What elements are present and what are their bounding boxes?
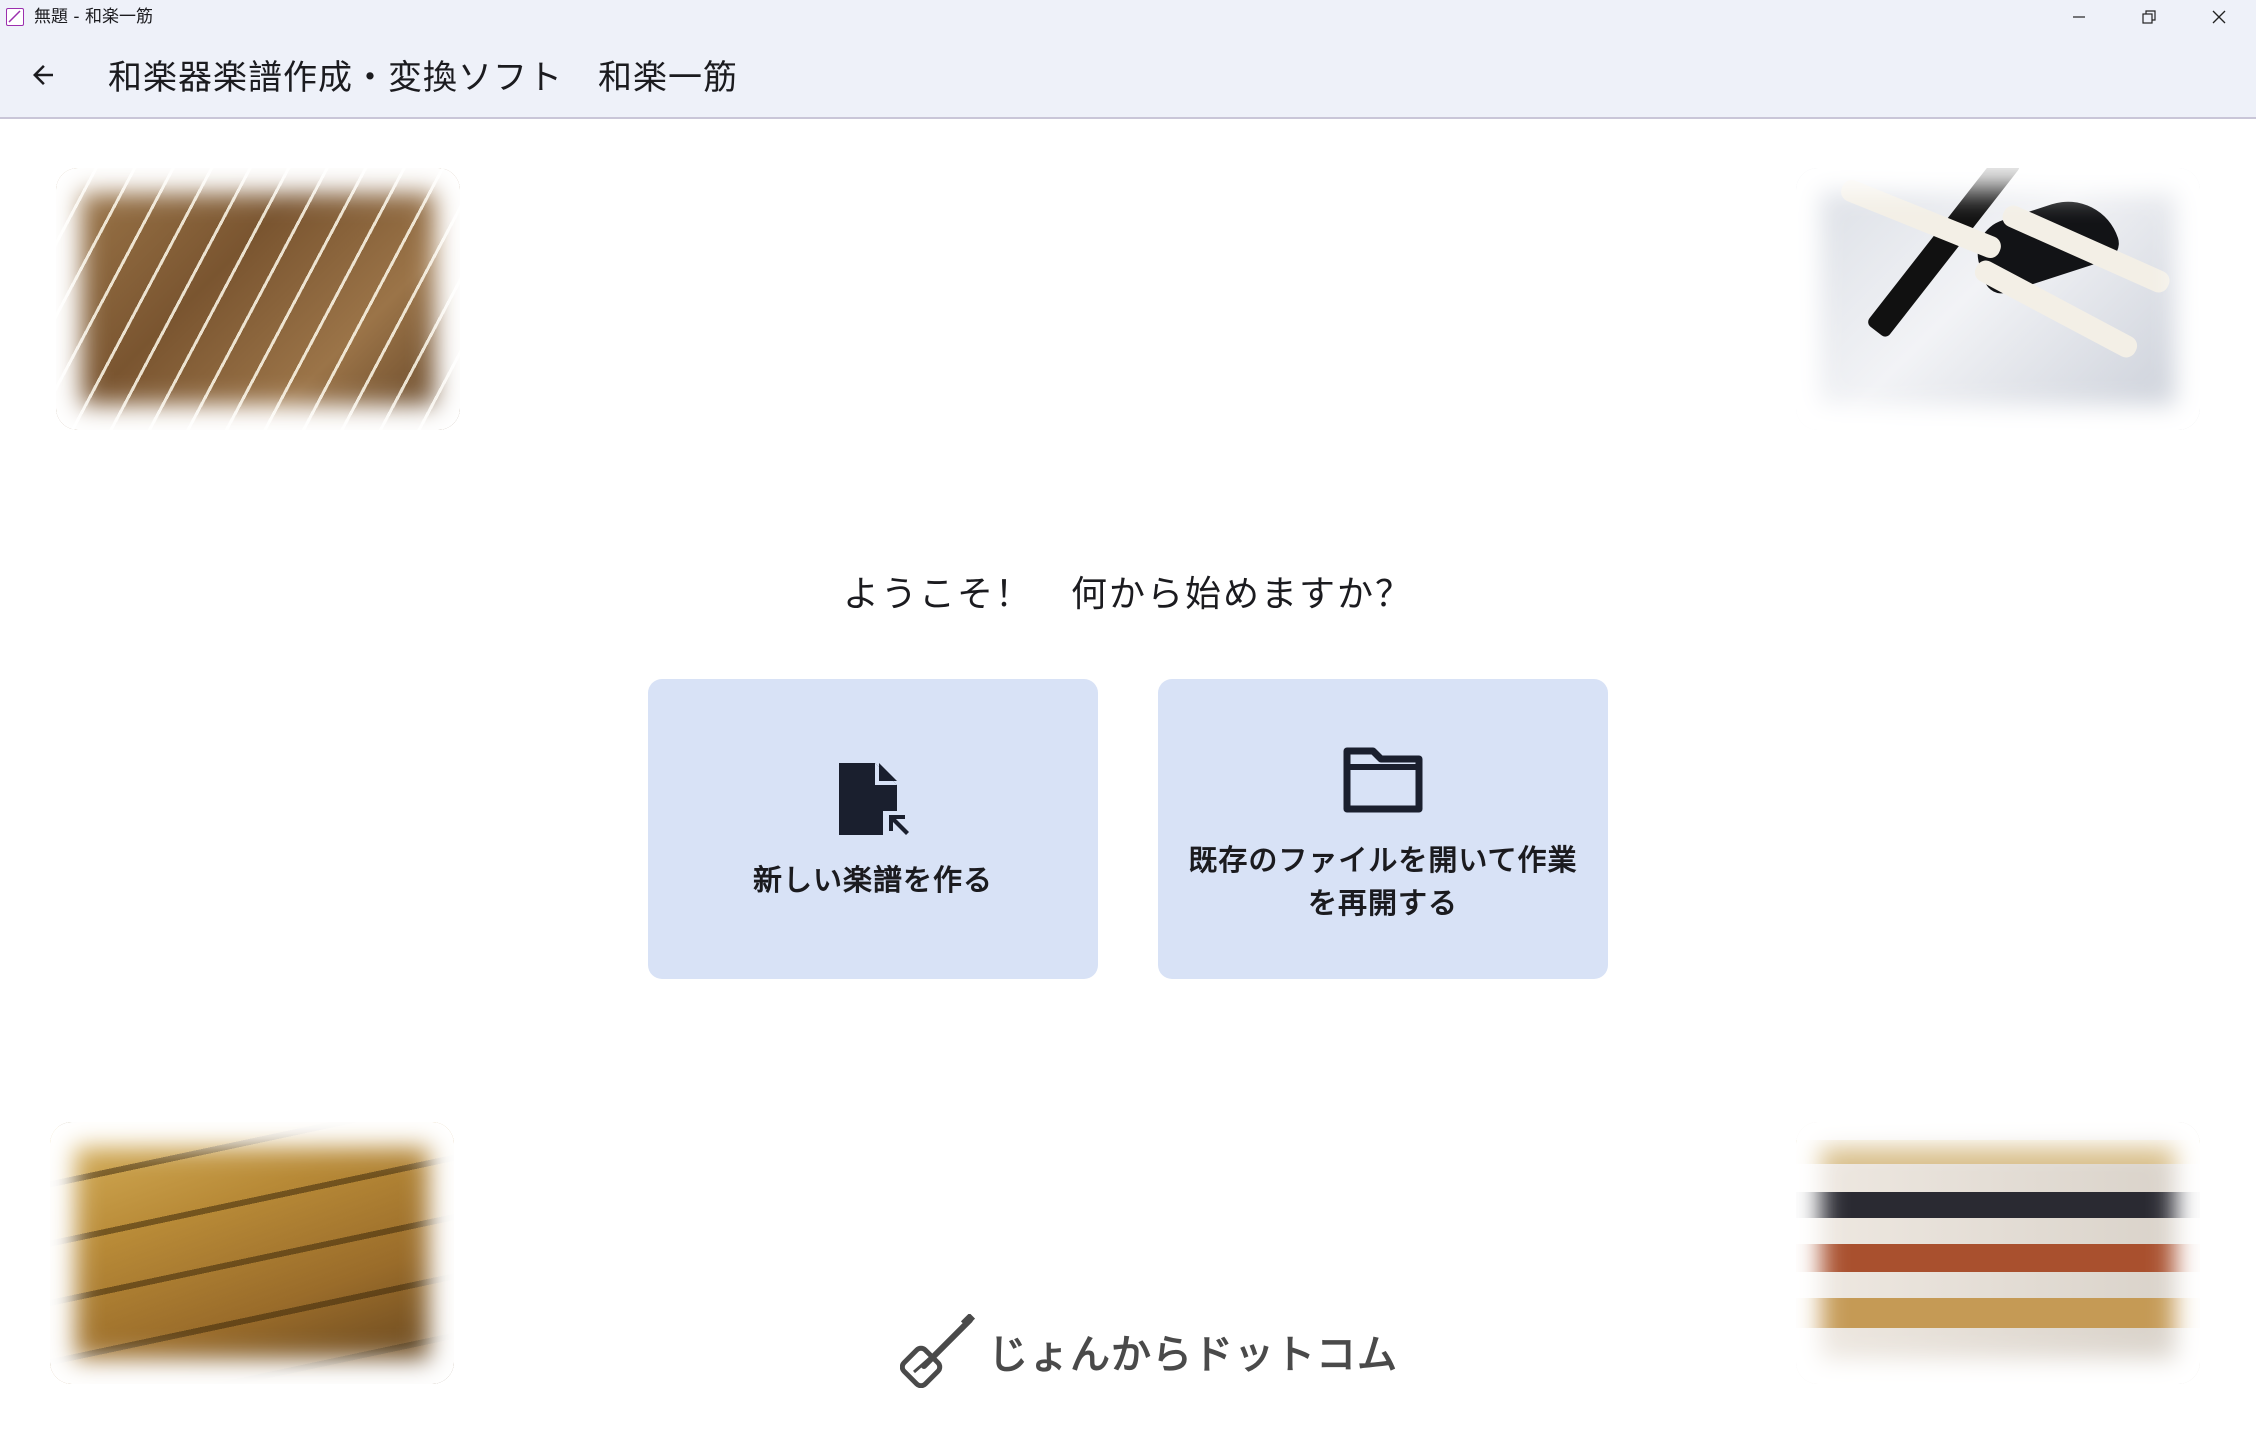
welcome-message: ようこそ！ 何から始めますか？ (842, 574, 1413, 615)
window-title: 無題 - 和楽一筋 (34, 7, 153, 27)
new-score-label: 新しい楽譜を作る (752, 863, 993, 897)
back-button[interactable] (18, 50, 68, 100)
shakuhachi-photo (50, 1122, 454, 1384)
close-button[interactable] (2184, 0, 2254, 34)
restore-icon (2142, 10, 2156, 24)
close-icon (2212, 10, 2226, 24)
new-score-button[interactable]: 新しい楽譜を作る (648, 679, 1098, 979)
restore-button[interactable] (2114, 0, 2184, 34)
koto-photo (56, 168, 460, 430)
arrow-back-icon (33, 65, 53, 85)
window-title-bar: 無題 - 和楽一筋 (0, 0, 2256, 34)
open-file-button[interactable]: 既存のファイルを開いて作業を再開する (1158, 679, 1608, 979)
shamisen-photo (1796, 168, 2200, 430)
minimize-icon (2073, 16, 2085, 18)
jongara-logo: じょんからドットコム (900, 1314, 1398, 1388)
shamisen-logo-icon (900, 1314, 976, 1388)
minimize-button[interactable] (2044, 0, 2114, 34)
open-file-label: 既存のファイルを開いて作業を再開する (1188, 843, 1578, 920)
logo-text: じょんからドットコム (988, 1332, 1398, 1378)
folder-icon (1343, 745, 1423, 817)
new-file-icon (835, 759, 911, 843)
app-bar: 和楽器楽譜作成・変換ソフト 和楽一筋 (0, 34, 2256, 119)
fue-photo (1796, 1122, 2200, 1384)
app-icon (6, 8, 24, 26)
app-title: 和楽器楽譜作成・変換ソフト 和楽一筋 (108, 58, 738, 98)
